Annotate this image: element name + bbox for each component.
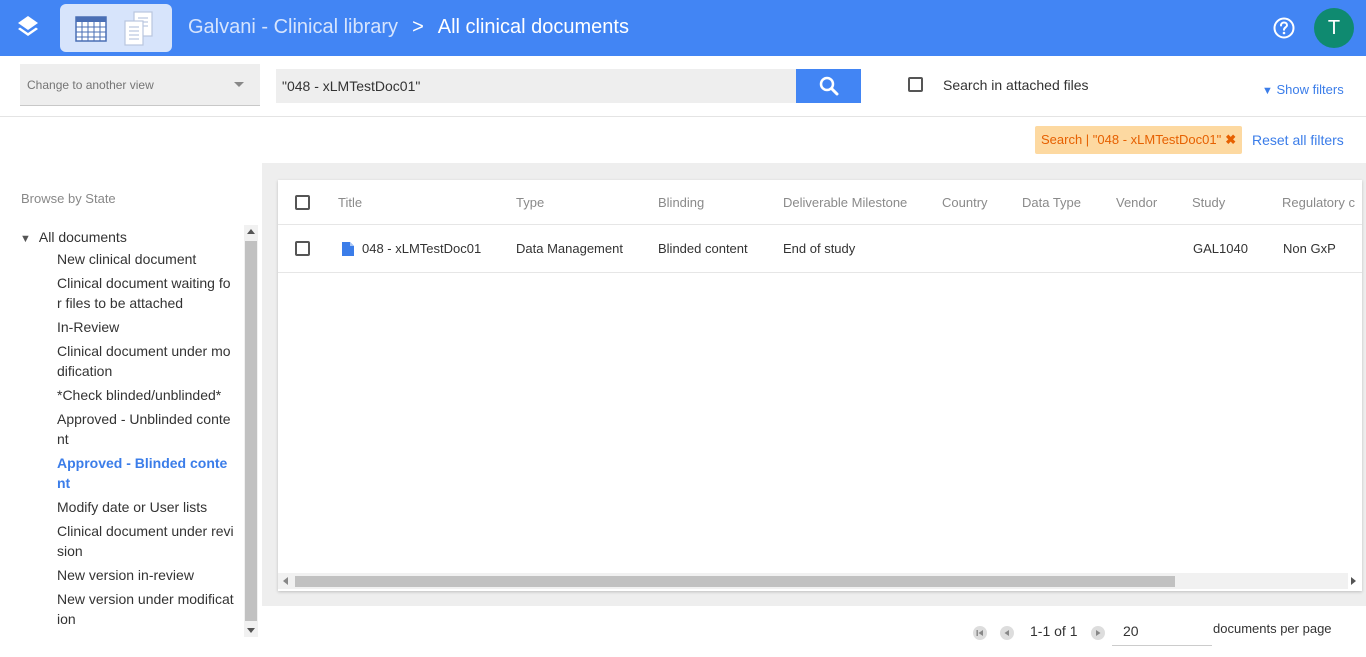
reset-filters-link[interactable]: Reset all filters — [1252, 132, 1344, 148]
next-page-icon[interactable] — [1091, 626, 1105, 640]
tree-item[interactable]: *Check blinded/unblinded* — [16, 385, 244, 405]
column-header-study[interactable]: Study — [1192, 180, 1225, 224]
row-milestone: End of study — [783, 241, 856, 256]
scrollbar-thumb[interactable] — [245, 241, 257, 621]
grid-horizontal-scrollbar[interactable] — [278, 573, 1356, 589]
scroll-up-arrow-icon[interactable] — [247, 229, 255, 234]
per-page-label: documents per page — [1213, 621, 1332, 636]
column-header-country[interactable]: Country — [942, 180, 988, 224]
tree-item[interactable]: Clinical document under modification — [16, 341, 244, 381]
documents-grid: Title Type Blinding Deliverable Mileston… — [278, 180, 1362, 591]
tree-item[interactable]: Clinical document under revision — [16, 521, 244, 561]
state-tree: ▼ All documents New clinical document Cli… — [16, 225, 244, 635]
scroll-down-arrow-icon[interactable] — [247, 628, 255, 633]
avatar[interactable]: T — [1314, 8, 1354, 48]
row-study: GAL1040 — [1193, 241, 1248, 256]
search-toolbar: Change to another view "048 - xLMTestDoc… — [0, 56, 1366, 117]
scroll-left-arrow-icon[interactable] — [283, 577, 288, 585]
row-title-cell[interactable]: 048 - xLMTestDoc01 — [342, 225, 481, 272]
sidebar-scrollbar[interactable] — [244, 225, 258, 637]
view-select-placeholder: Change to another view — [27, 78, 154, 92]
row-regulatory: Non GxP — [1283, 241, 1336, 256]
row-type: Data Management — [516, 241, 623, 256]
column-header-regulatory[interactable]: Regulatory c — [1282, 180, 1355, 224]
column-header-vendor[interactable]: Vendor — [1116, 180, 1157, 224]
column-header-blinding[interactable]: Blinding — [658, 180, 704, 224]
row-title[interactable]: 048 - xLMTestDoc01 — [362, 241, 481, 256]
chevron-down-icon — [234, 82, 244, 87]
tree-item[interactable]: In-Review — [16, 317, 244, 337]
search-button[interactable] — [796, 69, 861, 103]
tree-item[interactable]: New version in-review — [16, 565, 244, 585]
table-row[interactable]: 048 - xLMTestDoc01 Data Management Blind… — [278, 225, 1362, 273]
row-checkbox[interactable] — [295, 241, 310, 256]
document-icon — [342, 241, 354, 256]
page-title: All clinical documents — [437, 16, 629, 38]
column-header-data-type[interactable]: Data Type — [1022, 180, 1081, 224]
calendar-table-icon — [75, 16, 107, 42]
top-app-bar: Galvani - Clinical library > All clinica… — [0, 0, 1366, 56]
row-blinding: Blinded content — [658, 241, 748, 256]
breadcrumb-separator: > — [412, 16, 424, 38]
first-page-icon[interactable] — [973, 626, 987, 640]
search-attached-files-label: Search in attached files — [943, 77, 1089, 93]
search-input[interactable]: "048 - xLMTestDoc01" — [276, 69, 796, 103]
search-attached-files-checkbox[interactable] — [908, 77, 923, 92]
breadcrumb-app-link[interactable]: Galvani - Clinical library — [188, 16, 398, 39]
triangle-down-icon: ▼ — [1262, 85, 1273, 97]
browse-sidebar: Browse by State ▼ All documents New clini… — [0, 163, 262, 657]
column-header-title[interactable]: Title — [338, 180, 362, 224]
help-icon[interactable] — [1273, 17, 1295, 39]
expand-triangle-icon[interactable]: ▼ — [20, 227, 31, 251]
tree-item[interactable]: Modify date or User lists — [16, 497, 244, 517]
previous-page-icon[interactable] — [1000, 626, 1014, 640]
filter-chip-label: Search | "048 - xLMTestDoc01" — [1041, 132, 1222, 147]
scroll-right-arrow-icon[interactable] — [1351, 577, 1356, 585]
app-switcher-button[interactable] — [60, 4, 172, 52]
main-content: Title Type Blinding Deliverable Mileston… — [262, 163, 1366, 657]
tree-item[interactable]: Approved - Unblinded content — [16, 409, 244, 449]
breadcrumb: Galvani - Clinical library > All clinica… — [188, 16, 629, 39]
tree-item[interactable]: New clinical document — [16, 249, 244, 269]
close-icon[interactable]: ✖ — [1225, 132, 1236, 147]
documents-icon — [124, 11, 153, 46]
view-select[interactable]: Change to another view — [20, 64, 260, 106]
search-icon — [819, 76, 838, 96]
tree-item[interactable]: Clinical document waiting for files to b… — [16, 273, 244, 313]
tree-item[interactable]: New version under modification — [16, 589, 244, 629]
pagination-bar: 1-1 of 1 20 documents per page — [262, 606, 1366, 657]
layers-logo-icon[interactable] — [14, 14, 42, 42]
sidebar-title: Browse by State — [21, 191, 116, 206]
search-filter-chip: Search | "048 - xLMTestDoc01" ✖ — [1035, 126, 1243, 154]
select-all-checkbox[interactable] — [295, 194, 310, 210]
show-filters-link[interactable]: ▼ Show filters — [1262, 82, 1344, 97]
active-filters-bar: Search | "048 - xLMTestDoc01" ✖ Reset all… — [0, 117, 1366, 163]
per-page-input[interactable]: 20 — [1112, 618, 1212, 646]
grid-header-row: Title Type Blinding Deliverable Mileston… — [278, 180, 1362, 225]
tree-item-active[interactable]: Approved - Blinded content — [16, 453, 244, 493]
column-header-milestone[interactable]: Deliverable Milestone — [783, 180, 907, 224]
tree-root-label: All documents — [38, 229, 127, 245]
show-filters-label: Show filters — [1276, 82, 1344, 97]
column-header-type[interactable]: Type — [516, 180, 544, 224]
scrollbar-thumb[interactable] — [295, 576, 1175, 587]
tree-root-all-documents[interactable]: ▼ All documents — [16, 225, 244, 249]
page-range: 1-1 of 1 — [1030, 623, 1078, 639]
